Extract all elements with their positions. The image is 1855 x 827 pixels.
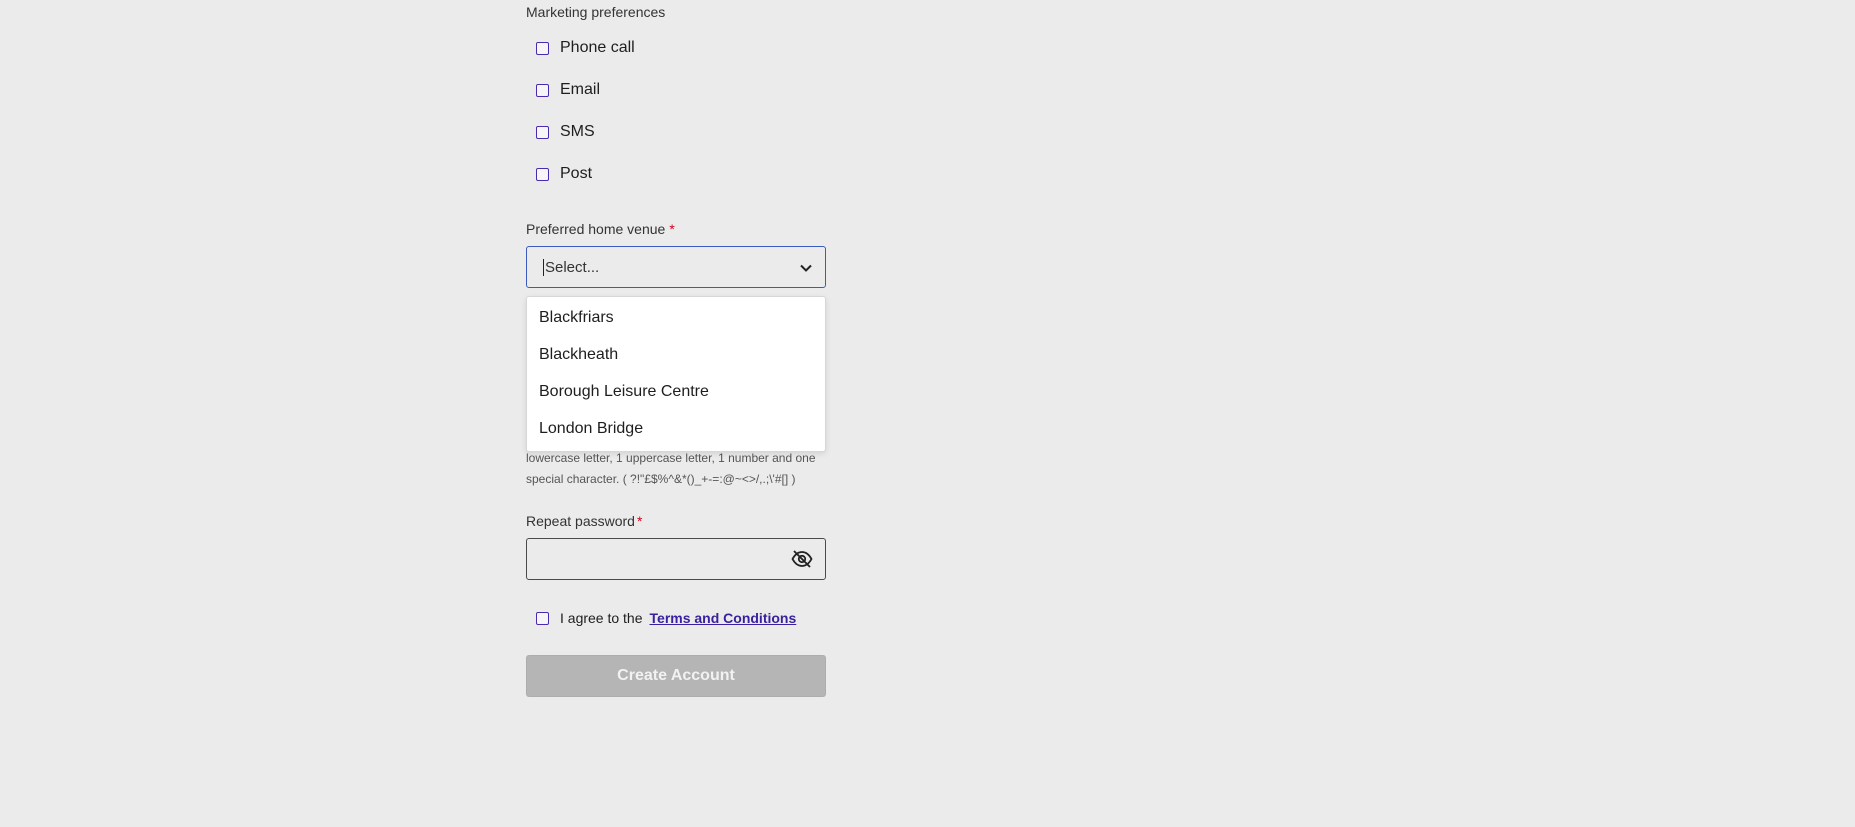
terms-prefix-text: I agree to the: [560, 610, 643, 626]
sms-checkbox[interactable]: [536, 125, 549, 139]
email-label[interactable]: Email: [560, 81, 600, 99]
marketing-preferences-label: Marketing preferences: [526, 4, 666, 20]
eye-off-icon[interactable]: [791, 549, 813, 569]
venue-option-blackheath[interactable]: Blackheath: [539, 346, 618, 364]
sms-label[interactable]: SMS: [560, 123, 595, 141]
venue-select[interactable]: Select...: [526, 246, 826, 288]
venue-option-london-bridge[interactable]: London Bridge: [539, 420, 643, 438]
terms-and-conditions-link[interactable]: Terms and Conditions: [650, 610, 797, 626]
chevron-down-icon[interactable]: [799, 261, 813, 275]
required-asterisk: *: [669, 221, 675, 237]
text-caret: [543, 258, 544, 276]
create-account-button[interactable]: Create Account: [526, 655, 826, 697]
email-option[interactable]: Email: [536, 78, 600, 102]
preferred-venue-label: Preferred home venue *: [526, 221, 675, 237]
phone-call-option[interactable]: Phone call: [536, 36, 635, 60]
sms-option[interactable]: SMS: [536, 120, 595, 144]
email-checkbox[interactable]: [536, 83, 549, 97]
phone-call-label[interactable]: Phone call: [560, 39, 635, 57]
venue-option-borough-leisure-centre[interactable]: Borough Leisure Centre: [539, 383, 709, 401]
repeat-password-input[interactable]: [526, 538, 826, 580]
terms-checkbox[interactable]: [536, 611, 549, 625]
terms-agreement[interactable]: I agree to the Terms and Conditions: [536, 606, 796, 630]
post-option[interactable]: Post: [536, 162, 592, 186]
required-asterisk: *: [636, 513, 643, 529]
password-hint-line-2: special character. ( ?!"£$%^&*()_+-=:@~<…: [526, 472, 796, 486]
venue-option-blackfriars[interactable]: Blackfriars: [539, 309, 614, 327]
post-label[interactable]: Post: [560, 165, 592, 183]
post-checkbox[interactable]: [536, 167, 549, 181]
venue-select-placeholder: Select...: [545, 258, 600, 276]
venue-dropdown-menu: Blackfriars Blackheath Borough Leisure C…: [526, 296, 826, 452]
phone-call-checkbox[interactable]: [536, 41, 549, 55]
repeat-password-label: Repeat password *: [526, 513, 643, 529]
